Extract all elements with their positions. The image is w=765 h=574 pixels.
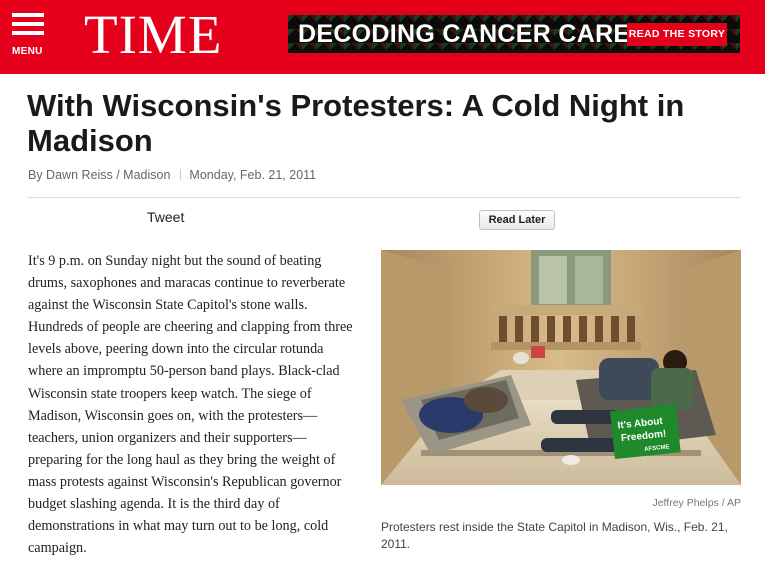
photo-illustration: It's About Freedom! AFSCME (381, 250, 741, 485)
tweet-button[interactable]: Tweet (147, 209, 184, 225)
hamburger-icon-bar (12, 22, 44, 26)
article-headline: With Wisconsin's Protesters: A Cold Nigh… (27, 88, 685, 158)
hamburger-icon (12, 13, 44, 17)
byline-divider (180, 169, 182, 180)
read-later-button[interactable]: Read Later (479, 210, 555, 230)
menu-label: MENU (12, 46, 43, 57)
author-link[interactable]: By Dawn Reiss / Madison (28, 168, 170, 182)
article-date: Monday, Feb. 21, 2011 (189, 168, 317, 182)
divider (27, 197, 741, 198)
menu-button[interactable]: MENU (12, 13, 46, 59)
banner-text: DECODING CANCER CARE (298, 20, 631, 48)
time-logo[interactable]: TIME (84, 5, 222, 65)
article-body: It's 9 p.m. on Sunday night but the soun… (28, 253, 353, 557)
read-the-story-button[interactable]: READ THE STORY (627, 23, 727, 46)
photo-caption: Protesters rest inside the State Capitol… (381, 520, 728, 551)
photo-credit: Jeffrey Phelps / AP (652, 497, 741, 509)
article-photo: It's About Freedom! AFSCME (381, 250, 741, 485)
byline: By Dawn Reiss / Madison Monday, Feb. 21, … (28, 168, 316, 182)
ad-banner[interactable]: DECODING CANCER CARE READ THE STORY (288, 15, 740, 53)
hamburger-icon-bar (12, 31, 44, 35)
site-header: MENU TIME DECODING CANCER CARE READ THE … (0, 0, 765, 74)
